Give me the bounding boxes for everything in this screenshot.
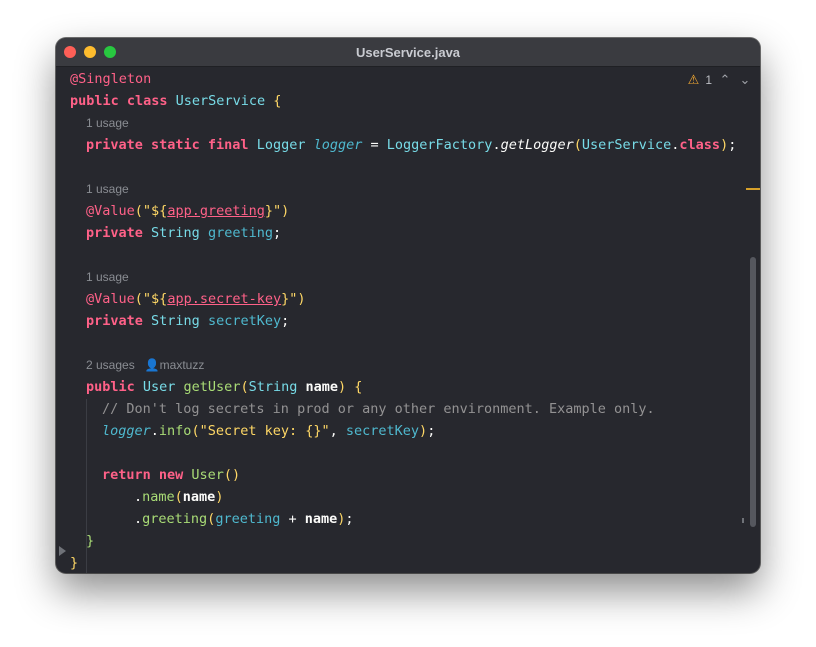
usage-hint[interactable]: 1 usage (86, 179, 129, 199)
code-line: @Singleton (70, 71, 152, 87)
code-line: return new User() (102, 467, 241, 483)
usage-hint[interactable]: 2 usages 👤maxtuzz (86, 355, 204, 375)
window-title: UserService.java (355, 45, 461, 60)
code-line: public User getUser(String name) { (86, 379, 363, 395)
usage-hint[interactable]: 1 usage (86, 113, 129, 133)
code-line: public class UserService { (70, 93, 282, 109)
title-bar: UserService.java (56, 38, 760, 67)
code-line: // Don't log secrets in prod or any othe… (102, 401, 655, 417)
code-line: private static final Logger logger = Log… (86, 137, 737, 153)
inspection-widget[interactable]: ⚠ 1 ⌃ ⌄ (688, 72, 752, 88)
editor-window: UserService.java ⚠ 1 ⌃ ⌄ @Singleton publ… (56, 38, 760, 573)
code-line: } (86, 533, 95, 549)
usage-hint[interactable]: 1 usage (86, 267, 129, 287)
error-stripe-marker[interactable] (746, 188, 760, 190)
code-line: @Value("${app.greeting}") (86, 203, 290, 219)
code-line: logger.info("Secret key: {}", secretKey)… (102, 423, 436, 439)
code-line: } (70, 555, 79, 571)
fold-arrow-icon[interactable] (59, 546, 66, 556)
code-line: private String greeting; (86, 225, 282, 241)
scroll-position-tick (742, 518, 744, 523)
warning-triangle-icon[interactable]: ⚠ (688, 73, 700, 88)
vertical-scrollbar[interactable] (750, 257, 756, 527)
user-icon: 👤 (144, 358, 160, 372)
code-line: @Value("${app.secret-key}") (86, 291, 306, 307)
warning-count: 1 (705, 73, 712, 87)
chevron-down-icon[interactable]: ⌄ (738, 73, 752, 88)
code-line: .name(name) (134, 489, 224, 505)
code-line: private String secretKey; (86, 313, 290, 329)
chevron-up-icon[interactable]: ⌃ (718, 73, 732, 88)
code-editor[interactable]: ⚠ 1 ⌃ ⌄ @Singleton public class UserServ… (56, 67, 760, 573)
code-line: .greeting(greeting + name); (134, 511, 354, 527)
